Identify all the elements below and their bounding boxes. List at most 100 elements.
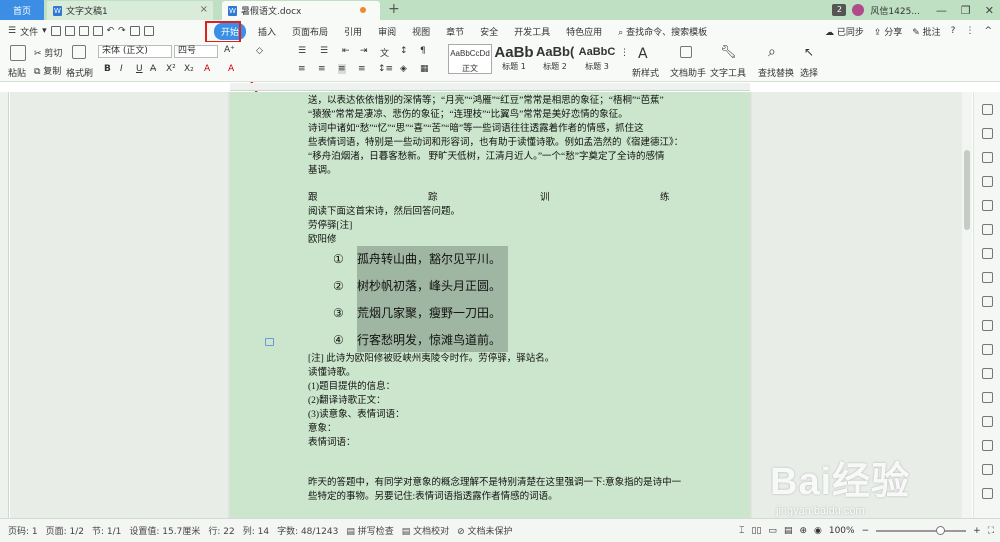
status-row[interactable]: 行: 22 (208, 524, 234, 537)
image-icon[interactable] (982, 248, 993, 259)
align-left-icon[interactable]: ≡ (298, 64, 306, 74)
text-highlight-icon[interactable]: A (228, 64, 234, 74)
tab-home[interactable]: 首页 (0, 0, 44, 20)
styles-scroll-icon[interactable]: ⋮ (620, 48, 629, 58)
protect-status[interactable]: ⊘ 文档未保护 (457, 524, 512, 537)
chart-icon[interactable] (982, 272, 993, 283)
underline-icon[interactable]: U (136, 64, 143, 74)
annotation-button[interactable]: ✎ 批注 (912, 25, 940, 38)
select-button[interactable]: 选择 (800, 66, 818, 79)
text-line[interactable]: 些表情词语，特别是一些动词和形容词，也有助于读懂诗歌。例如孟浩然的《宿建德江》： (308, 136, 683, 150)
share-panel-icon[interactable] (982, 464, 993, 475)
style-panel-icon[interactable] (982, 128, 993, 139)
align-center-icon[interactable]: ≡ (318, 64, 326, 74)
status-section[interactable]: 节: 1/1 (92, 524, 121, 537)
new-style-button[interactable]: 新样式 (632, 66, 659, 79)
tab-page-layout[interactable]: 页面布局 (284, 25, 336, 38)
focus-mode-icon[interactable]: ⌶ (739, 526, 744, 536)
zoom-slider[interactable] (876, 526, 967, 535)
fit-icon[interactable]: ⛶ (988, 526, 994, 536)
text-line[interactable]: 劳停驿[注] (308, 219, 678, 233)
outline-view-icon[interactable]: ▤ (784, 526, 793, 536)
chevron-down-icon[interactable]: ▾ (42, 26, 47, 36)
style-heading-2[interactable]: AaBb( 标题 2 (536, 44, 574, 74)
shape-icon[interactable] (982, 200, 993, 211)
zoom-level[interactable]: 100% (829, 526, 855, 536)
italic-icon[interactable]: I (120, 64, 123, 74)
grow-font-icon[interactable]: A⁺ (224, 45, 235, 55)
vertical-ruler[interactable] (0, 92, 9, 518)
help-panel-icon[interactable] (982, 488, 993, 499)
clear-format-icon[interactable]: ◇ (256, 46, 263, 56)
tab-insert[interactable]: 插入 (250, 25, 284, 38)
translate-icon[interactable] (982, 416, 993, 427)
poem-line[interactable]: ④ 行客愁明发，惊滩鸟道前。 (333, 331, 501, 348)
save-icon[interactable] (78, 26, 89, 36)
edit-icon[interactable] (982, 392, 993, 403)
text-line[interactable]: “猿猴”常常是凄凉、悲伤的象征；“连理枝”“比翼鸟”常常是美好恋情的象征。 (308, 108, 678, 122)
status-setting[interactable]: 设置值: 15.7厘米 (129, 524, 200, 537)
magnifier-icon[interactable]: ⌕ (768, 44, 776, 60)
copy-button[interactable]: ⧉ 复制 (34, 64, 61, 77)
tab-document-2[interactable]: W 暑假语文.docx (222, 1, 380, 20)
status-page-number[interactable]: 页码: 1 (8, 524, 38, 537)
window-count-badge[interactable]: 2 (832, 4, 847, 16)
text-line[interactable]: 诗词中诸如“愁”“忆”“思”“喜”“苦”“暗”等一些词语往往透露着作者的情感，抓… (308, 122, 678, 136)
print-icon[interactable] (129, 26, 140, 36)
doc-helper-icon[interactable] (680, 46, 692, 58)
text-line[interactable]: “移舟泊烟渚，日暮客愁新。 野旷天低树，江清月近人。”一个“愁”字奠定了全诗的感… (308, 150, 678, 164)
bold-icon[interactable]: B (104, 64, 111, 74)
find-replace-button[interactable]: 查找替换 (758, 66, 794, 79)
format-painter-icon[interactable] (72, 45, 86, 59)
cut-button[interactable]: ✂ 剪切 (34, 46, 62, 59)
sort-icon[interactable]: ↕ (400, 46, 408, 56)
document-page[interactable]: 送，以表达依依惜别的深情等；“月亮”“鸿雁”“红豆”常常是相思的象征；“梧桐”“… (230, 92, 750, 518)
zoom-knob[interactable] (936, 526, 946, 535)
nav-icon[interactable] (982, 176, 993, 187)
text-line[interactable]: 表情词语： (308, 436, 678, 450)
undo-icon[interactable]: ↶ (107, 26, 115, 36)
wrench-icon[interactable]: 🔧︎ (720, 45, 737, 60)
maximize-icon[interactable]: ❐ (961, 4, 971, 17)
line-spacing-icon[interactable]: ↕≡ (378, 64, 393, 74)
sync-status[interactable]: ☁ 已同步 (825, 25, 864, 38)
print-preview-icon[interactable] (143, 26, 154, 36)
text-line[interactable]: 阅读下面这首宋诗，然后回答问题。 (308, 205, 678, 219)
grid-icon[interactable] (982, 368, 993, 379)
font-color-icon[interactable]: A (204, 64, 210, 74)
tab-view[interactable]: 视图 (404, 25, 438, 38)
zoom-in-icon[interactable]: + (973, 526, 981, 536)
sliders-icon[interactable] (982, 320, 993, 331)
text-line[interactable]: (3)读意象、表情词语： (308, 408, 678, 422)
increase-indent-icon[interactable]: ⇥ (360, 46, 368, 56)
proofread-button[interactable]: ▤ 文档校对 (402, 524, 449, 537)
align-right-icon[interactable]: ≡ (358, 64, 366, 74)
page-view-icon[interactable]: ▭ (768, 526, 777, 536)
status-col[interactable]: 列: 14 (243, 524, 269, 537)
chinese-layout-icon[interactable]: 文 (380, 46, 389, 59)
close-icon[interactable]: × (200, 4, 208, 15)
font-size-select[interactable]: 四号 (174, 45, 218, 58)
style-heading-1[interactable]: AaBb 标题 1 (494, 44, 534, 74)
select-tool-icon[interactable] (982, 104, 993, 115)
cursor-icon[interactable]: ↖ (804, 45, 814, 59)
text-line[interactable]: 基调。 (308, 164, 678, 178)
borders-icon[interactable]: ▦ (420, 64, 429, 74)
more-icon[interactable]: ⋮ (965, 26, 974, 36)
zoom-out-icon[interactable]: − (862, 526, 870, 536)
tab-references[interactable]: 引用 (336, 25, 370, 38)
export-pdf-icon[interactable] (92, 26, 103, 36)
new-doc-icon[interactable] (50, 26, 61, 36)
file-menu[interactable]: 文件 (20, 25, 38, 38)
superscript-icon[interactable]: X² (166, 64, 176, 74)
backup-icon[interactable] (982, 440, 993, 451)
hamburger-icon[interactable]: ☰ (8, 26, 16, 36)
eye-protect-icon[interactable]: ◉ (814, 526, 822, 536)
redo-icon[interactable]: ↷ (118, 26, 126, 36)
font-name-select[interactable]: 宋体 (正文) (98, 45, 172, 58)
web-view-icon[interactable]: ⊕ (799, 526, 807, 536)
decrease-indent-icon[interactable]: ⇤ (342, 46, 350, 56)
tab-document-1[interactable]: W 文字文稿1 × (47, 1, 213, 20)
text-line[interactable]: (2)翻译诗歌正文： (308, 394, 678, 408)
status-word-count[interactable]: 字数: 48/1243 (277, 524, 338, 537)
